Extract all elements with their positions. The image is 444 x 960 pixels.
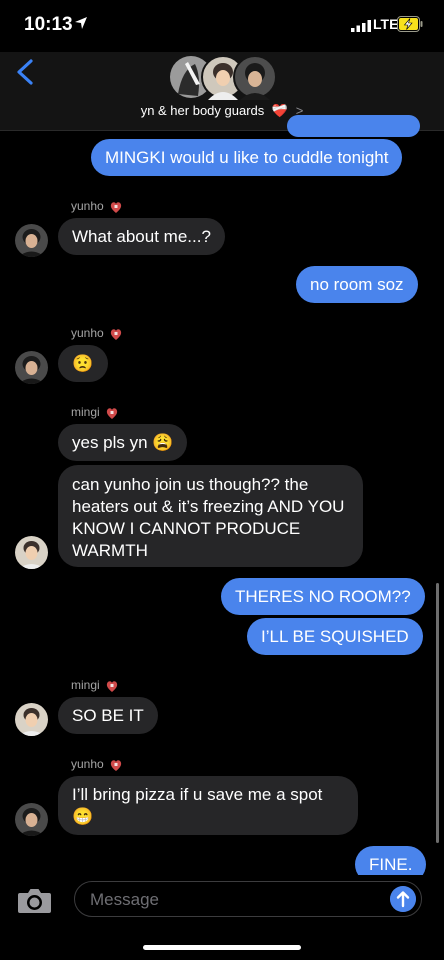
- avatar-mingi: [15, 536, 48, 569]
- battery-charging-icon: [397, 16, 423, 32]
- message-input[interactable]: Message: [74, 881, 422, 917]
- camera-icon[interactable]: [17, 888, 52, 914]
- outgoing-message[interactable]: MINGKI would u like to cuddle tonight: [91, 139, 403, 176]
- bleeding-heart-icon: ❤️‍🩹: [271, 103, 289, 118]
- avatar-yunho: [15, 351, 48, 384]
- send-arrow-icon[interactable]: [390, 886, 416, 912]
- group-name: yn & her body guards: [140, 103, 265, 118]
- outgoing-message[interactable]: THERES NO ROOM??: [221, 578, 425, 615]
- incoming-message[interactable]: 😟: [58, 345, 108, 382]
- location-arrow-icon: [75, 17, 87, 29]
- avatar-yunho: [15, 224, 48, 257]
- outgoing-message-partial: [287, 115, 420, 137]
- composer-bar: Message: [0, 875, 444, 960]
- avatar-yunho: [15, 803, 48, 836]
- bleeding-heart-icon: [106, 681, 117, 692]
- sender-name: yunho: [71, 326, 122, 341]
- sender-name: yunho: [71, 199, 122, 214]
- incoming-message[interactable]: can yunho join us though?? the heaters o…: [58, 465, 363, 567]
- signal-icon: [351, 20, 371, 32]
- sender-name: yunho: [71, 757, 122, 772]
- message-placeholder: Message: [90, 890, 159, 909]
- incoming-message[interactable]: I’ll bring pizza if u save me a spot 😁: [58, 776, 358, 835]
- outgoing-message[interactable]: no room soz: [296, 266, 418, 303]
- group-avatars[interactable]: [168, 54, 278, 100]
- incoming-message[interactable]: SO BE IT: [58, 697, 158, 734]
- outgoing-message[interactable]: I’LL BE SQUISHED: [247, 618, 423, 655]
- back-chevron-icon[interactable]: [14, 58, 38, 86]
- sender-name: mingi: [71, 405, 118, 420]
- incoming-message[interactable]: What about me...?: [58, 218, 225, 255]
- status-time: 10:13: [24, 14, 73, 35]
- bleeding-heart-icon: [110, 202, 121, 213]
- avatar-mingi: [15, 703, 48, 736]
- network-type: LTE: [373, 16, 399, 32]
- bleeding-heart-icon: [106, 408, 117, 419]
- scrollbar[interactable]: [436, 583, 439, 843]
- status-bar: 10:13 LTE: [0, 0, 444, 52]
- home-indicator[interactable]: [143, 945, 301, 950]
- incoming-message[interactable]: yes pls yn 😩: [58, 424, 188, 461]
- bleeding-heart-icon: [110, 760, 121, 771]
- bleeding-heart-icon: [110, 329, 121, 340]
- sender-name: mingi: [71, 678, 118, 693]
